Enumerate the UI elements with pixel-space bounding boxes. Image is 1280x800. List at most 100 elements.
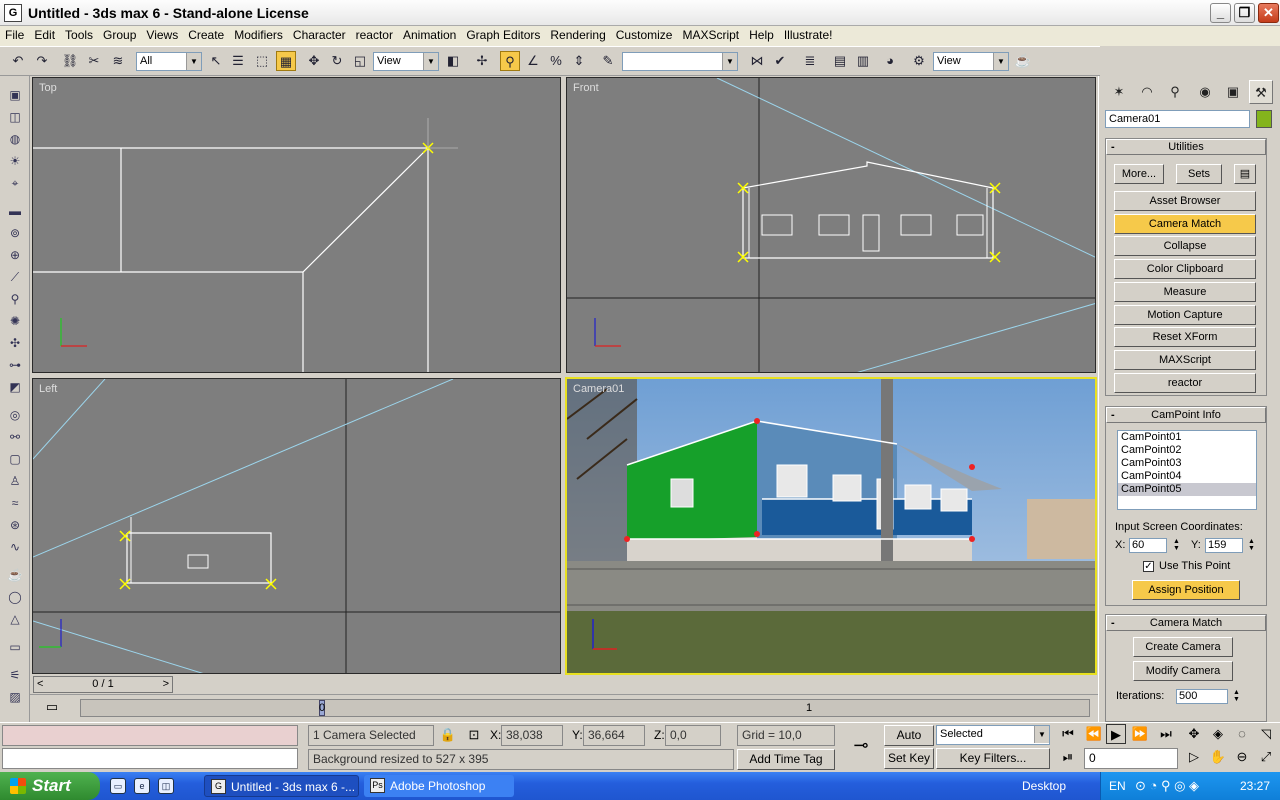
shape-icon[interactable]: ✣ <box>5 334 25 352</box>
menu-rendering[interactable]: Rendering <box>545 26 610 42</box>
start-button[interactable]: Start <box>0 772 100 800</box>
material-editor-icon[interactable]: ◕ <box>880 51 900 71</box>
display-tab-icon[interactable]: ▣ <box>1221 80 1245 104</box>
viewport-left[interactable]: Left <box>32 378 561 674</box>
menu-help[interactable]: Help <box>744 26 779 42</box>
object-name-field[interactable]: Camera01 <box>1105 110 1250 128</box>
bone-icon[interactable]: ⚯ <box>5 428 25 446</box>
x-spinner-arrows-icon[interactable]: ▲ ▼ <box>1172 538 1181 553</box>
create-tab-icon[interactable]: ✶ <box>1107 80 1131 104</box>
restore-button[interactable]: ❐ <box>1234 3 1255 23</box>
menu-views[interactable]: Views <box>141 26 183 42</box>
hierarchy-tab-icon[interactable]: ⚲ <box>1163 80 1187 104</box>
auto-key-button[interactable]: Auto Key <box>884 725 934 761</box>
edit-named-selections-icon[interactable]: ✎ <box>598 51 618 71</box>
spinner-snap-icon[interactable]: ⇕ <box>569 51 589 71</box>
menu-group[interactable]: Group <box>98 26 141 42</box>
viewport-front[interactable]: Front <box>566 77 1096 373</box>
schematic-view-icon[interactable]: ▥ <box>853 51 873 71</box>
iterations-spinner-arrows-icon[interactable]: ▲ ▼ <box>1232 689 1241 704</box>
track-bar-track[interactable]: 0 1 <box>80 699 1090 717</box>
maxscript-listener-mini[interactable] <box>2 725 298 746</box>
menu-reactor[interactable]: reactor <box>351 26 398 42</box>
minimize-button[interactable]: _ <box>1210 3 1231 23</box>
camera-match-header[interactable]: - Camera Match <box>1106 615 1266 631</box>
camera-match-button[interactable]: Camera Match <box>1114 214 1256 234</box>
key-mode-toggle-icon[interactable]: ⏯ <box>1058 747 1078 767</box>
app-icon[interactable]: G <box>4 4 22 22</box>
undo-icon[interactable]: ↶ <box>8 51 28 71</box>
torus-icon[interactable]: ◯ <box>5 588 25 606</box>
field-of-view-icon[interactable]: ◹ <box>1256 724 1276 744</box>
menu-tools[interactable]: Tools <box>60 26 98 42</box>
color-clipboard-button[interactable]: Color Clipboard <box>1114 259 1256 279</box>
campoint-info-header[interactable]: - CamPoint Info <box>1106 407 1266 423</box>
render-scene-icon[interactable]: ⚙ <box>909 51 929 71</box>
selection-filter-dropdown[interactable]: All ▼ <box>136 52 202 71</box>
angle-snap-icon[interactable]: ∠ <box>523 51 543 71</box>
redo-icon[interactable]: ↷ <box>32 51 52 71</box>
reference-coordinate-dropdown[interactable]: View ▼ <box>373 52 439 71</box>
select-link-icon[interactable]: ⛓ <box>60 51 80 71</box>
current-frame-field[interactable]: 0 <box>1084 748 1178 769</box>
list-item[interactable]: CamPoint03 <box>1118 457 1256 470</box>
quick-render-icon[interactable]: ☕ <box>1013 51 1033 71</box>
utilities-rollout-header[interactable]: - Utilities <box>1106 139 1266 155</box>
system-icon[interactable]: ⚲ <box>5 290 25 308</box>
menu-illustrate[interactable]: Illustrate! <box>779 26 838 42</box>
key-icon[interactable]: ⊸ <box>845 735 877 755</box>
create-camera-button[interactable]: Create Camera <box>1133 637 1233 657</box>
time-slider[interactable]: < 0 / 1 > <box>33 676 173 693</box>
cylinder-icon[interactable]: ⊚ <box>5 224 25 242</box>
reset-xform-button[interactable]: Reset XForm <box>1114 327 1256 347</box>
scale-icon[interactable]: ◱ <box>350 51 370 71</box>
mirror-icon[interactable]: ⋈ <box>747 51 767 71</box>
menu-edit[interactable]: Edit <box>29 26 60 42</box>
use-point-checkbox[interactable]: ✓ <box>1143 561 1154 572</box>
explorer-quicklaunch-icon[interactable]: ◫ <box>158 778 174 794</box>
motion-capture-button[interactable]: Motion Capture <box>1114 305 1256 325</box>
modifier-icon[interactable]: ▬ <box>5 202 25 220</box>
viewport-top-label[interactable]: Top <box>39 82 57 94</box>
desktop-toolbar-label[interactable]: Desktop <box>1022 779 1066 793</box>
maxscript-input-mini[interactable] <box>2 748 298 769</box>
camera-icon[interactable]: ⌖ <box>5 174 25 192</box>
list-item[interactable]: CamPoint01 <box>1118 431 1256 444</box>
pivot-center-icon[interactable]: ◧ <box>443 51 463 71</box>
viewport-camera[interactable]: Camera01 <box>565 377 1097 675</box>
manipulate-icon[interactable]: ✢ <box>472 51 492 71</box>
language-indicator[interactable]: EN <box>1109 779 1126 793</box>
maxscript-button[interactable]: MAXScript <box>1114 350 1256 370</box>
dummy-icon[interactable]: ▢ <box>5 450 25 468</box>
tape-icon[interactable]: ⚟ <box>5 666 25 684</box>
task-photoshop[interactable]: Ps Adobe Photoshop <box>364 775 514 797</box>
wind-icon[interactable]: ≈ <box>5 494 25 512</box>
wave-icon[interactable]: ∿ <box>5 538 25 556</box>
iterations-input[interactable]: 500 <box>1176 689 1228 704</box>
spacewarp-icon[interactable]: ⟋ <box>5 268 25 286</box>
more-button[interactable]: More... <box>1114 164 1164 184</box>
light-icon[interactable]: ☀ <box>5 152 25 170</box>
percent-snap-icon[interactable]: % <box>546 51 566 71</box>
align-icon[interactable]: ✔ <box>770 51 790 71</box>
previous-frame-icon[interactable]: ⏪ <box>1084 724 1104 744</box>
rotate-icon[interactable]: ↻ <box>327 51 347 71</box>
teapot-icon[interactable]: ☕ <box>5 566 25 584</box>
zoom-icon[interactable]: ✥ <box>1184 724 1204 744</box>
add-time-tag-button[interactable]: Add Time Tag <box>737 749 835 770</box>
roll-icon[interactable]: ⊖ <box>1232 747 1252 767</box>
key-filters-button[interactable]: Key Filters... <box>936 748 1050 769</box>
box-icon[interactable]: ◫ <box>5 108 25 126</box>
viewport-front-label[interactable]: Front <box>573 82 599 94</box>
orbit-icon[interactable]: ◌ <box>1232 724 1252 744</box>
modify-tab-icon[interactable]: ◠ <box>1135 80 1159 104</box>
motion-tab-icon[interactable]: ◉ <box>1193 80 1217 104</box>
menu-modifiers[interactable]: Modifiers <box>229 26 288 42</box>
biped-icon[interactable]: ♙ <box>5 472 25 490</box>
maximize-viewport-icon[interactable]: ⤢ <box>1256 747 1276 767</box>
assign-position-button[interactable]: Assign Position <box>1132 580 1240 600</box>
pan-hand-icon[interactable]: ✋ <box>1208 747 1228 767</box>
gravity-icon[interactable]: ⊛ <box>5 516 25 534</box>
menu-file[interactable]: File <box>0 26 29 42</box>
time-slider-prev[interactable]: < <box>37 677 43 692</box>
